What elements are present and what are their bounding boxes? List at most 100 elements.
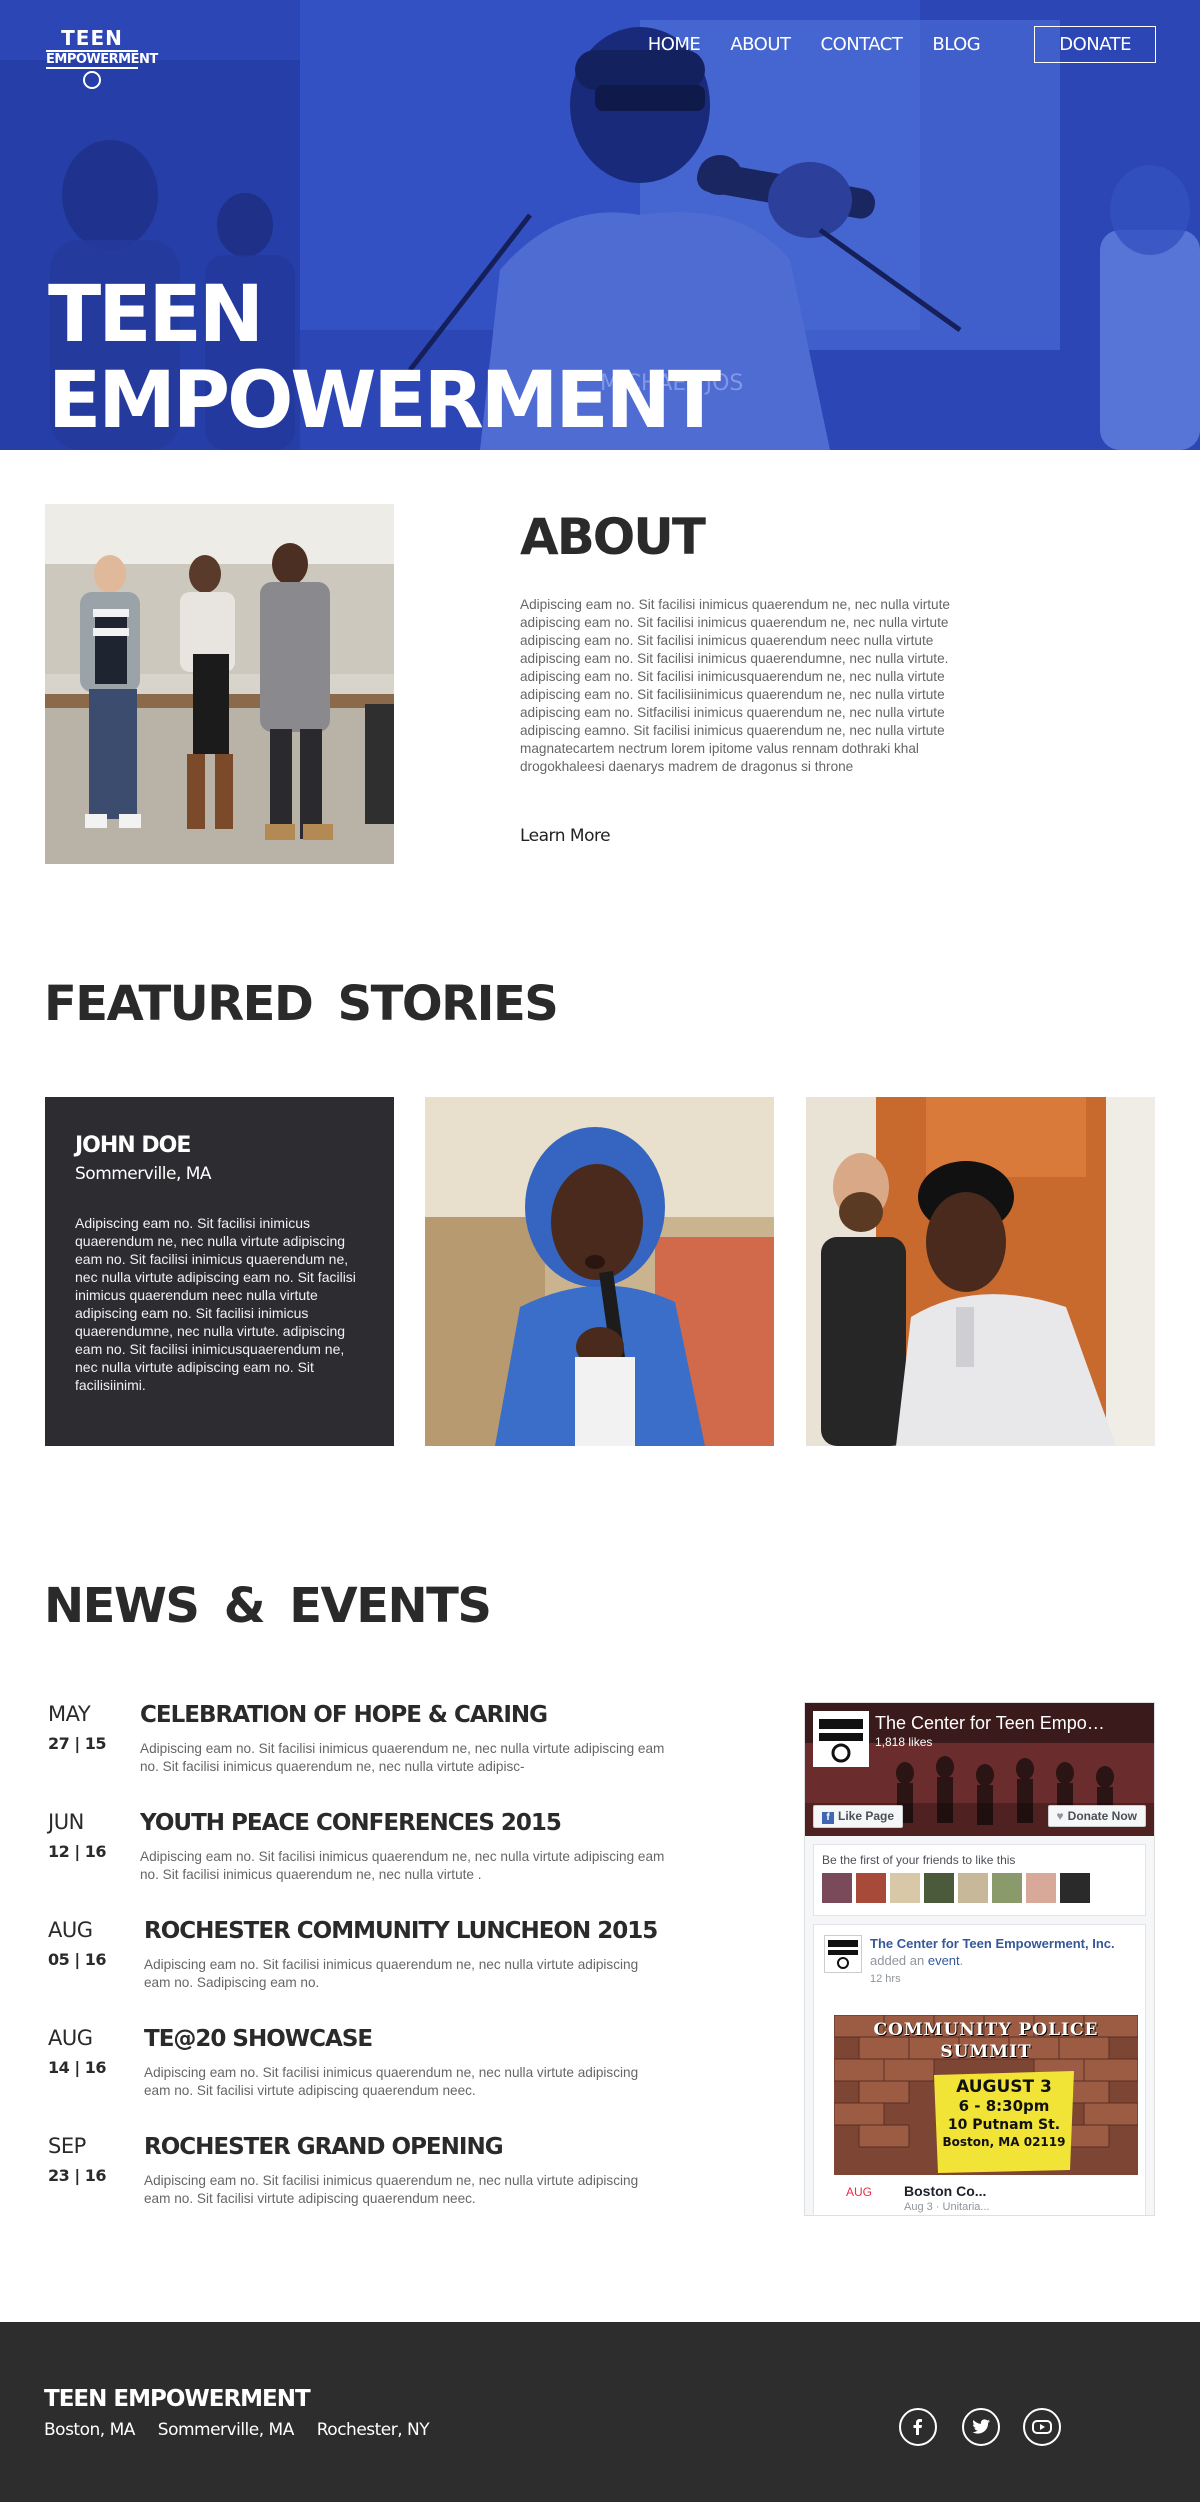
poster-line-4: 6 - 8:30pm [958,2097,1050,2115]
fb-event-title[interactable]: Boston Co... [904,2183,986,2199]
event-title[interactable]: TE@20 SHOWCASE [144,2026,373,2052]
poster-line-5: 10 Putnam St. [947,2117,1061,2133]
event-date: 14 | 16 [48,2058,107,2077]
site-logo[interactable]: TEEN EMPOWERMENT [46,26,158,89]
friend-avatar[interactable] [958,1873,988,1903]
fb-post-avatar[interactable] [824,1935,862,1973]
friend-avatar[interactable] [890,1873,920,1903]
event-date: 27 | 15 [48,1734,107,1753]
hero-title: TEEN EMPOWERMENT [48,270,721,444]
logo-line-1: TEEN [61,26,123,50]
teen-empowerment-logo-icon [815,1713,867,1765]
event-item-3[interactable]: AUG 05 | 16 ROCHESTER COMMUNITY LUNCHEON… [48,1918,728,1998]
fb-post: The Center for Teen Empowerment, Inc. ad… [813,1924,1146,2215]
heart-icon: ♥ [1056,1809,1064,1823]
news-events-title: NEWS & EVENTS [44,1578,492,1634]
youtube-icon[interactable] [1023,2408,1061,2446]
fb-friend-avatars [822,1873,1137,1903]
event-month: AUG [48,2026,93,2050]
facebook-page-widget: The Center for Teen Empo… 1,818 likes fL… [804,1702,1155,2216]
footer-locations: Boston, MA Sommerville, MA Rochester, NY [44,2420,447,2440]
fb-page-name[interactable]: The Center for Teen Empo… [875,1713,1145,1734]
event-desc: Adipiscing eam no. Sit facilisi inimicus… [144,1957,639,1990]
fb-post-header: The Center for Teen Empowerment, Inc. ad… [870,1936,1115,1968]
fb-donate-button[interactable]: ♥ Donate Now [1047,1805,1146,1827]
fb-friends-text: Be the first of your friends to like thi… [822,1853,1016,1867]
friend-avatar[interactable] [1026,1873,1056,1903]
footer-brand[interactable]: TEEN EMPOWERMENT [44,2386,311,2412]
learn-more-link[interactable]: Learn More [520,826,611,846]
peace-icon [83,71,101,89]
event-desc: Adipiscing eam no. Sit facilisi inimicus… [144,2173,639,2206]
featured-story-photo-group[interactable] [806,1097,1155,1446]
fb-event-subtitle: Aug 3 · Unitaria... [904,2201,990,2213]
poster-heading: COMMUNITY POLICE SUMMIT [834,2019,1138,2063]
footer-city: Sommerville, MA [157,2420,295,2440]
fb-page-thumbnail[interactable] [813,1711,869,1767]
event-item-2[interactable]: JUN 12 | 16 YOUTH PEACE CONFERENCES 2015… [48,1810,728,1890]
poster-details: AUGUST 3 6 - 8:30pm 10 Putnam St. Boston… [938,2077,1070,2150]
story-text: Adipiscing eam no. Sit facilisi inimicus… [75,1215,356,1393]
friend-avatar[interactable] [822,1873,852,1903]
nav-blog[interactable]: BLOG [932,34,980,55]
event-date: 12 | 16 [48,1842,107,1861]
event-month: MAY [48,1702,91,1726]
event-title[interactable]: CELEBRATION OF HOPE & CARING [140,1702,548,1728]
featured-stories-title: FEATURED STORIES [44,976,559,1032]
fb-post-author[interactable]: The Center for Teen Empowerment, Inc. [870,1936,1115,1951]
event-item-4[interactable]: AUG 14 | 16 TE@20 SHOWCASE Adipiscing ea… [48,2026,728,2106]
logo-line-2: EMPOWERMENT [46,50,158,69]
footer-city: Rochester, NY [316,2420,430,2440]
event-desc: Adipiscing eam no. Sit facilisi inimicus… [144,2065,639,2098]
fb-page-likes: 1,818 likes [875,1735,933,1749]
poster-line-1: COMMUNITY POLICE [873,2020,1099,2040]
fb-event-month: AUG [846,2185,873,2199]
main-nav: HOME ABOUT CONTACT BLOG DONATE [618,26,1156,63]
friend-avatar[interactable] [924,1873,954,1903]
event-title[interactable]: ROCHESTER COMMUNITY LUNCHEON 2015 [144,1918,658,1944]
event-month: JUN [48,1810,84,1834]
twitter-glyph [972,2419,990,2434]
fb-post-action: added an [870,1953,928,1968]
nav-about[interactable]: ABOUT [730,34,791,55]
friend-avatar[interactable] [1060,1873,1090,1903]
singer-photo [425,1097,774,1446]
event-date: 23 | 16 [48,2166,107,2185]
event-title[interactable]: YOUTH PEACE CONFERENCES 2015 [140,1810,562,1836]
poster-line-6: Boston, MA 02119 [942,2135,1066,2149]
nav-contact[interactable]: CONTACT [821,34,903,55]
about-text: Adipiscing eam no. Sit facilisi inimicus… [520,597,950,774]
fb-donate-label: Donate Now [1067,1809,1137,1823]
hero-banner: MICHAEL JOS TEEN EMPOWERMENT HOME ABOUT … [0,0,1200,450]
fb-like-page-button[interactable]: f Like Page [813,1805,904,1828]
facebook-glyph [913,2419,922,2435]
fb-like-label: Like Page [838,1809,895,1823]
donate-button[interactable]: DONATE [1034,26,1156,63]
nav-home[interactable]: HOME [648,34,701,55]
friend-avatar[interactable] [856,1873,886,1903]
poster-line-2: SUMMIT [940,2042,1032,2062]
fb-like-icon: f [822,1812,834,1824]
facebook-icon[interactable] [899,2408,937,2446]
fb-cover: The Center for Teen Empo… 1,818 likes fL… [805,1703,1154,1836]
event-item-1[interactable]: MAY 27 | 15 CELEBRATION OF HOPE & CARING… [48,1702,728,1782]
site-footer: TEEN EMPOWERMENT Boston, MA Sommerville,… [0,2322,1200,2502]
featured-story-photo-singer[interactable] [425,1097,774,1446]
fb-event-summary[interactable]: AUG Boston Co... Aug 3 · Unitaria... [834,2181,1138,2215]
fb-post-event-link[interactable]: event [928,1953,960,1968]
event-item-5[interactable]: SEP 23 | 16 ROCHESTER GRAND OPENING Adip… [48,2134,728,2214]
hero-title-line-1: TEEN [48,270,264,360]
featured-story-card[interactable]: JOHN DOE Sommerville, MA Adipiscing eam … [45,1097,394,1446]
event-desc: Adipiscing eam no. Sit facilisi inimicus… [140,1741,665,1774]
event-title[interactable]: ROCHESTER GRAND OPENING [144,2134,504,2160]
fb-event-poster[interactable]: COMMUNITY POLICE SUMMIT AUGUST 3 6 - 8:3… [834,2015,1138,2175]
youtube-glyph [1032,2420,1052,2434]
about-title: ABOUT [520,508,706,566]
friend-avatar[interactable] [992,1873,1022,1903]
about-photo [45,504,394,864]
story-name: JOHN DOE [75,1133,191,1158]
event-desc: Adipiscing eam no. Sit facilisi inimicus… [140,1849,665,1882]
twitter-icon[interactable] [962,2408,1000,2446]
fb-friends-box: Be the first of your friends to like thi… [813,1844,1146,1916]
fb-post-time: 12 hrs [870,1973,901,1985]
